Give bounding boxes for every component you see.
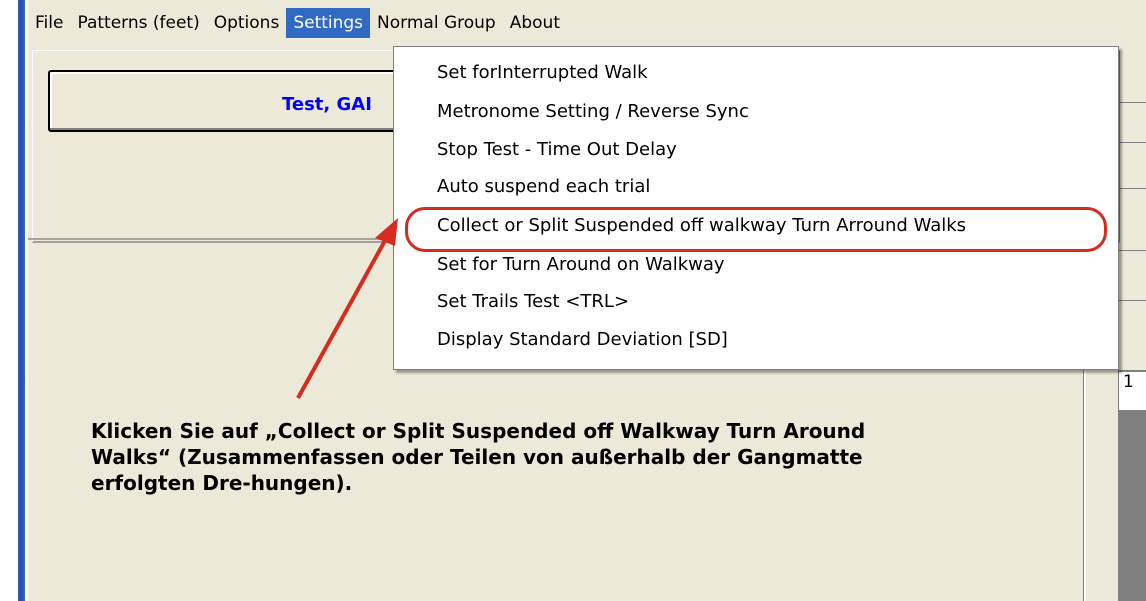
instruction-annotation: Klicken Sie auf „Collect or Split Suspen…	[91, 419, 866, 495]
pointer-arrow-icon	[296, 218, 398, 399]
